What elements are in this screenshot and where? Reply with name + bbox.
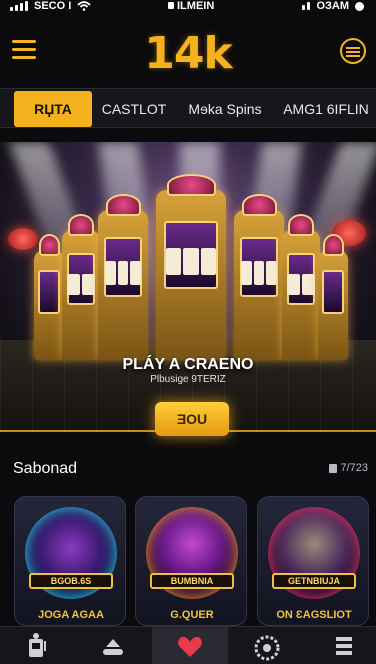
count-text: 7/723 bbox=[340, 462, 368, 474]
slot-machine-image bbox=[318, 234, 348, 360]
casino-chip-icon bbox=[8, 228, 38, 250]
app-logo: 14k bbox=[144, 28, 233, 79]
slot-machine-image bbox=[156, 174, 226, 360]
nav-more[interactable] bbox=[304, 627, 376, 664]
hero-cta-button[interactable]: ƎOU bbox=[155, 402, 229, 436]
status-left: SECO I bbox=[10, 0, 91, 12]
profile-icon[interactable] bbox=[340, 38, 366, 64]
lock-icon bbox=[168, 2, 174, 9]
casino-table-icon bbox=[103, 639, 123, 655]
game-plate: BGOB.6S bbox=[29, 573, 113, 589]
status-right: OЗAM bbox=[302, 0, 364, 12]
game-title: ON ƐAGSLIOT bbox=[276, 609, 352, 621]
list-icon bbox=[336, 637, 352, 655]
carrier-text: SECO I bbox=[34, 0, 72, 12]
slot-machine-icon bbox=[29, 633, 46, 657]
status-right-text: OЗAM bbox=[316, 0, 349, 12]
slot-machine-image bbox=[234, 194, 284, 360]
game-card[interactable]: BGOB.6S JOGA AGAA bbox=[14, 496, 126, 626]
wifi-icon bbox=[77, 1, 91, 11]
time-text: ILMEIN bbox=[177, 0, 215, 12]
section-title: Sabonad bbox=[13, 460, 78, 477]
nav-live[interactable] bbox=[228, 627, 304, 664]
bottom-navigation bbox=[0, 626, 376, 664]
slot-machine-image bbox=[62, 214, 100, 360]
slot-machine-image bbox=[34, 234, 64, 360]
game-title: JOGA AGAA bbox=[38, 609, 104, 621]
section-count: 7/723 bbox=[329, 462, 368, 474]
roulette-icon bbox=[254, 635, 280, 661]
tab-ruta[interactable]: RЏTA bbox=[14, 91, 92, 127]
nav-table-games[interactable] bbox=[75, 627, 151, 664]
status-bar: SECO I ILMEIN OЗAM bbox=[0, 0, 376, 14]
battery-icon bbox=[355, 1, 364, 11]
status-center: ILMEIN bbox=[168, 0, 214, 12]
tab-mega-spins[interactable]: Mɘka Spins bbox=[180, 91, 270, 127]
tab-amg[interactable]: AMG1 6IFLIN bbox=[276, 91, 376, 127]
game-card[interactable]: BUMBNIA G.QUER bbox=[135, 496, 247, 626]
cell-signal-icon bbox=[302, 2, 311, 10]
game-title: G.QUER bbox=[170, 609, 214, 621]
nav-slots[interactable] bbox=[0, 627, 75, 664]
game-plate: BUMBNIA bbox=[150, 573, 234, 589]
game-plate: GETNBIUJA bbox=[272, 573, 356, 589]
hero-banner[interactable] bbox=[0, 142, 376, 432]
game-card[interactable]: GETNBIUJA ON ƐAGSLIOT bbox=[257, 496, 369, 626]
nav-favorites[interactable] bbox=[152, 627, 228, 664]
slot-machine-image bbox=[282, 214, 320, 360]
tab-castlot[interactable]: CASTLOT bbox=[98, 91, 170, 127]
slot-machine-image bbox=[98, 194, 148, 360]
app-header: 14k bbox=[0, 20, 376, 82]
count-icon bbox=[329, 463, 338, 473]
hero-title: PLÁY A CRAENO bbox=[122, 356, 254, 373]
hero-subtitle: Plbusige 9TERIZ bbox=[150, 374, 226, 385]
category-tabs: RЏTA CASTLOT Mɘka Spins AMG1 6IFLIN bbox=[0, 88, 376, 128]
heart-icon bbox=[178, 636, 202, 657]
signal-icon bbox=[10, 1, 28, 11]
